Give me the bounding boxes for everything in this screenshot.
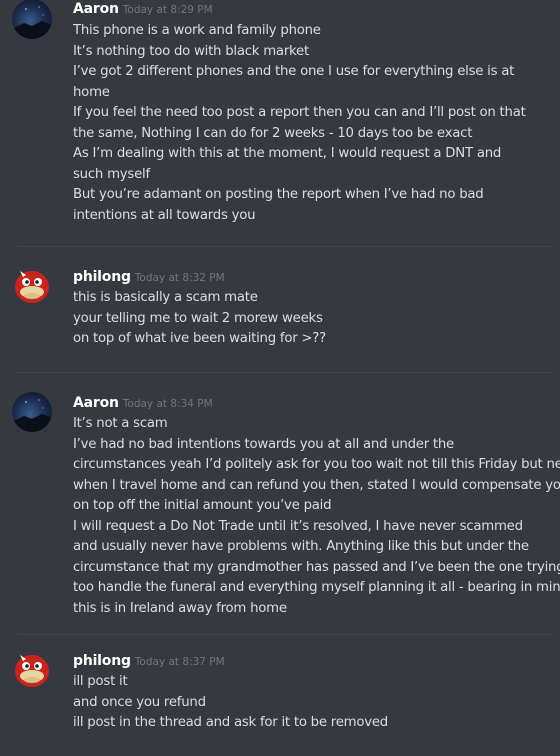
message-divider bbox=[18, 634, 552, 635]
message-line: intentions at all towards you bbox=[73, 207, 256, 223]
username[interactable]: philong bbox=[73, 269, 131, 285]
message-line: when I travel home and can refund you th… bbox=[73, 477, 560, 493]
message-line: on top off the initial amount you’ve pai… bbox=[73, 498, 332, 513]
timestamp: Today at 8:29 PM bbox=[122, 4, 213, 16]
message-line: I’ve had no bad intentions towards you a… bbox=[73, 436, 454, 452]
message-line: I’ve got 2 different phones and the one … bbox=[73, 64, 515, 79]
username[interactable]: Aaron bbox=[73, 1, 119, 17]
message-line: I will request a Do Not Trade until it’s… bbox=[73, 518, 523, 534]
aaron-avatar[interactable] bbox=[12, 0, 52, 39]
message-body: It’s not a scam I’ve had no bad intentio… bbox=[73, 414, 560, 619]
message-line: this is basically a scam mate bbox=[73, 290, 258, 305]
message-divider bbox=[18, 372, 552, 373]
message-line: your telling me to wait 2 morew weeks bbox=[73, 310, 323, 326]
aaron-avatar[interactable] bbox=[12, 392, 52, 432]
message-header: philong Today at 8:32 PM bbox=[73, 266, 225, 285]
message-line: and once you refund bbox=[73, 694, 206, 710]
message-line: ill post it bbox=[73, 674, 128, 689]
message-line: on top of what ive been waiting for >?? bbox=[73, 331, 326, 346]
message-body: ill post it and once you refund ill post… bbox=[73, 672, 553, 734]
message-line: circumstances yeah I’d politely ask for … bbox=[73, 457, 560, 472]
message-line: circumstance that my grandmother has pas… bbox=[73, 559, 560, 575]
message-line: and usually never have problems with. An… bbox=[73, 539, 529, 554]
message-body: This phone is a work and family phone It… bbox=[73, 21, 553, 226]
message-line: this is in Ireland away from home bbox=[73, 600, 287, 616]
message-line: It’s nothing too do with black market bbox=[73, 43, 309, 59]
timestamp: Today at 8:37 PM bbox=[134, 656, 225, 668]
message-line: This phone is a work and family phone bbox=[73, 23, 321, 38]
timestamp: Today at 8:32 PM bbox=[134, 272, 225, 284]
message-line: But you’re adamant on posting the report… bbox=[73, 187, 484, 202]
philong-avatar[interactable] bbox=[12, 650, 52, 690]
message-header: Aaron Today at 8:29 PM bbox=[73, 0, 213, 17]
message-line: too handle the funeral and everything my… bbox=[73, 580, 560, 595]
message-header: Aaron Today at 8:34 PM bbox=[73, 392, 213, 411]
username[interactable]: Aaron bbox=[73, 395, 119, 411]
message-header: philong Today at 8:37 PM bbox=[73, 650, 225, 669]
chat-messages: Aaron Today at 8:29 PM This phone is a wo… bbox=[0, 0, 560, 756]
timestamp: Today at 8:34 PM bbox=[122, 398, 213, 410]
message-line: the same, Nothing I can do for 2 weeks -… bbox=[73, 125, 473, 141]
message-line: ill post in the thread and ask for it to… bbox=[73, 715, 388, 730]
message-body: this is basically a scam mate your telli… bbox=[73, 288, 553, 350]
username[interactable]: philong bbox=[73, 653, 131, 669]
message-line: It’s not a scam bbox=[73, 416, 168, 431]
message-line: As I’m dealing with this at the moment, … bbox=[73, 146, 502, 161]
message-line: such myself bbox=[73, 166, 150, 182]
philong-avatar[interactable] bbox=[12, 266, 52, 306]
message-line: If you feel the need too post a report t… bbox=[73, 105, 526, 120]
message-line: home bbox=[73, 84, 110, 100]
message-divider bbox=[18, 246, 552, 247]
